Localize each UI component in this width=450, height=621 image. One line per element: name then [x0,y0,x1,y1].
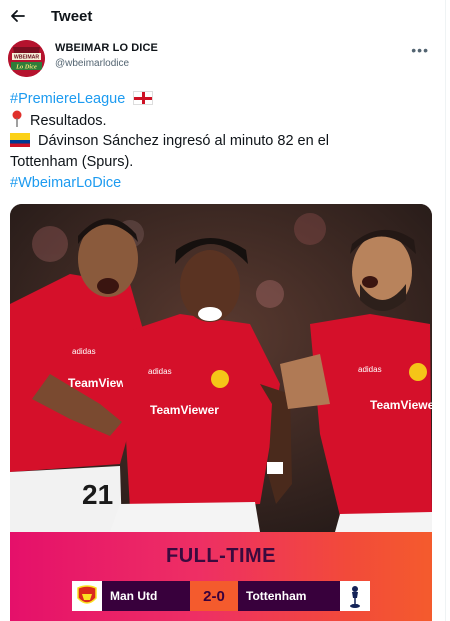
avatar[interactable]: WBEIMAR Lo Dice [8,40,45,77]
hashtag-premiereleague[interactable]: #PremiereLeague [10,91,125,107]
hashtag-wbeimarlodice[interactable]: #WbeimarLoDice [10,175,121,191]
round-pushpin-icon [12,110,22,127]
tottenham-crest-icon [340,581,370,611]
avatar-script: Lo Dice [15,64,37,71]
author-handle[interactable]: @wbeimarlodice [55,58,129,69]
home-team: Man Utd [102,581,190,611]
author-name[interactable]: WBEIMAR LO DICE [55,42,158,54]
tweet-detail-view: Tweet WBEIMAR Lo Dice WBEIMAR LO DICE @w… [0,0,446,621]
page-title: Tweet [51,8,93,25]
tweet-line-2: Resultados. [10,110,107,131]
sponsor-right: TeamViewer [370,398,432,412]
avatar-text: WBEIMAR [14,55,40,61]
top-bar: Tweet [0,0,446,34]
man-utd-crest-icon [72,581,102,611]
score-row: Man Utd 2-0 Tottenham [72,581,370,611]
kit-brand-left: adidas [72,347,96,356]
tweet-line-3: Dávinson Sánchez ingresó al minuto 82 en… [10,131,329,151]
colombia-flag-icon [10,133,30,147]
spurs-text: Tottenham (Spurs). [10,154,134,170]
fulltime-label: FULL-TIME [165,545,277,567]
sanchez-text: Dávinson Sánchez ingresó al minuto 82 en… [38,133,329,149]
england-flag-icon [133,91,154,105]
tweet-line-4: Tottenham (Spurs). [10,152,133,172]
sponsor-middle: TeamViewer [150,403,219,417]
tweet-line-5: #WbeimarLoDice [10,173,121,193]
match-score: 2-0 [190,581,238,611]
more-options-icon[interactable]: ••• [411,42,429,58]
avatar-logo: WBEIMAR Lo Dice [8,40,45,77]
tweet-media[interactable]: TeamViewer adidas 21 TeamViewer adidas T… [10,204,432,621]
celebration-photo: TeamViewer adidas 21 TeamViewer adidas T… [10,204,432,532]
arrow-left-icon[interactable] [8,6,28,26]
results-text: Resultados. [30,113,107,129]
kit-brand-middle: adidas [148,367,172,376]
kit-brand-right: adidas [358,365,382,374]
away-team: Tottenham [238,581,340,611]
tweet-line-1: #PremiereLeague [10,89,154,109]
shirt-number: 21 [82,479,113,510]
